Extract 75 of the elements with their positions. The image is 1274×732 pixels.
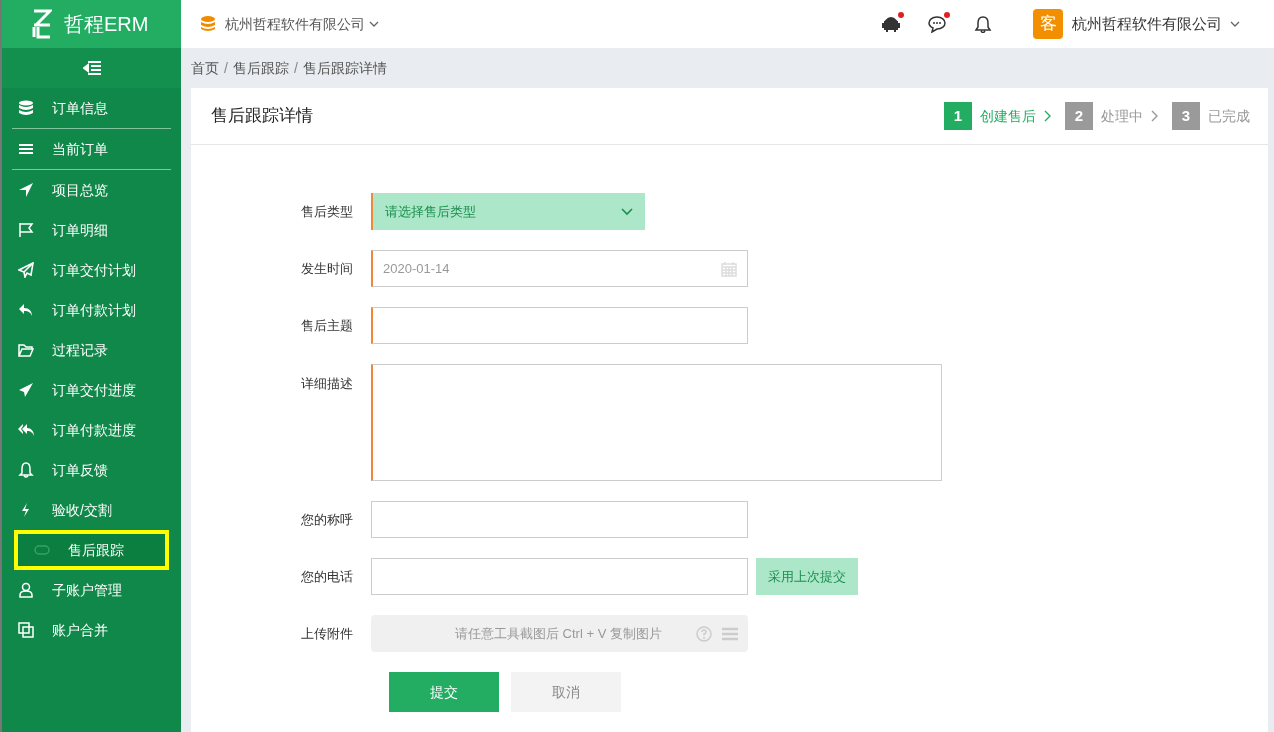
- sidebar-item[interactable]: 订单付款进度: [2, 410, 181, 450]
- upload-hint: 请任意工具截图后 Ctrl + V 复制图片: [455, 624, 663, 643]
- breadcrumb-separator: /: [293, 58, 298, 78]
- flag-icon: [18, 222, 34, 238]
- step-label: 处理中: [1101, 106, 1143, 126]
- step-number: 2: [1065, 102, 1093, 130]
- menu-icon[interactable]: [722, 626, 738, 641]
- submit-button[interactable]: 提交: [389, 672, 499, 712]
- sidebar-item[interactable]: 当前订单: [12, 129, 171, 170]
- field-label: 详细描述: [300, 375, 354, 393]
- step-label: 创建售后: [980, 106, 1036, 126]
- field-label: 发生时间: [300, 260, 354, 278]
- calendar-icon: [721, 260, 737, 277]
- sidebar-item[interactable]: 过程记录: [2, 330, 181, 370]
- copy-icon: [18, 622, 34, 638]
- sidebar-item[interactable]: 账户合并: [2, 610, 181, 650]
- paste-upload-area[interactable]: 请任意工具截图后 Ctrl + V 复制图片: [371, 615, 748, 652]
- sidebar-item[interactable]: 子账户管理: [2, 570, 181, 610]
- field-label: 您的电话: [300, 568, 354, 586]
- sidebar-item[interactable]: 订单交付计划: [2, 250, 181, 290]
- chevron-right-icon: [1151, 110, 1158, 122]
- avatar[interactable]: 客: [1033, 9, 1063, 39]
- field-label: 售后主题: [300, 317, 354, 335]
- step-label: 已完成: [1208, 106, 1250, 126]
- company-switch[interactable]: 杭州哲程软件有限公司: [225, 13, 379, 35]
- logo-icon: [32, 9, 52, 39]
- location-arrow-icon: [18, 182, 34, 198]
- logo-text: 哲程ERM: [64, 12, 149, 37]
- card-title: 售后跟踪详情: [211, 105, 313, 128]
- sidebar-item[interactable]: 订单明细: [2, 210, 181, 250]
- sidebar-item[interactable]: 验收/交割: [2, 490, 181, 530]
- reply-icon: [18, 302, 34, 318]
- database-icon: [18, 100, 34, 116]
- type-select[interactable]: 请选择售后类型: [371, 193, 645, 230]
- sidebar-item[interactable]: 订单交付进度: [2, 370, 181, 410]
- reply-all-icon: [18, 422, 34, 438]
- date-field[interactable]: 2020-01-14: [371, 250, 748, 287]
- chat-bubble-icon[interactable]: [928, 15, 946, 33]
- bell-icon[interactable]: [974, 15, 992, 33]
- cancel-button[interactable]: 取消: [511, 672, 621, 712]
- reuse-last-button[interactable]: 采用上次提交: [756, 558, 858, 595]
- folder-icon: [18, 342, 34, 358]
- field-label: 售后类型: [300, 203, 354, 221]
- bell-icon: [18, 462, 34, 478]
- robot-icon[interactable]: [882, 15, 900, 33]
- breadcrumb-link[interactable]: 售后跟踪: [232, 57, 289, 79]
- sidebar-item[interactable]: 订单付款计划: [2, 290, 181, 330]
- paper-plane-icon: [18, 382, 34, 398]
- text-field[interactable]: [371, 558, 748, 595]
- sidebar-item[interactable]: 项目总览: [2, 170, 181, 210]
- sidebar-item[interactable]: 售后跟踪: [14, 530, 169, 570]
- field-label: 上传附件: [300, 625, 354, 643]
- user-menu[interactable]: 杭州哲程软件有限公司: [1072, 12, 1240, 36]
- field-label: 您的称呼: [300, 511, 354, 529]
- user-icon: [18, 582, 34, 598]
- help-icon[interactable]: [696, 625, 712, 642]
- database-icon: [201, 16, 215, 32]
- breadcrumb-separator: /: [224, 58, 228, 78]
- step-number: 1: [944, 102, 972, 130]
- chevron-right-icon: [1044, 110, 1051, 122]
- text-field[interactable]: [371, 307, 748, 344]
- list-icon: [18, 141, 34, 157]
- step-number: 3: [1172, 102, 1200, 130]
- description-field[interactable]: [371, 364, 942, 481]
- chevron-down-icon: [369, 21, 379, 27]
- paper-plane-icon: [18, 262, 34, 278]
- chevron-down-icon: [621, 207, 633, 216]
- sidebar-item[interactable]: 订单信息: [12, 88, 171, 129]
- chevron-down-icon: [1230, 21, 1240, 27]
- breadcrumb-link[interactable]: 售后跟踪详情: [302, 57, 387, 79]
- breadcrumb-link[interactable]: 首页: [191, 57, 219, 79]
- text-field[interactable]: [371, 501, 748, 538]
- collapse-menu-icon[interactable]: [82, 61, 101, 75]
- toggle-icon: [34, 542, 50, 558]
- sidebar-item[interactable]: 订单反馈: [2, 450, 181, 490]
